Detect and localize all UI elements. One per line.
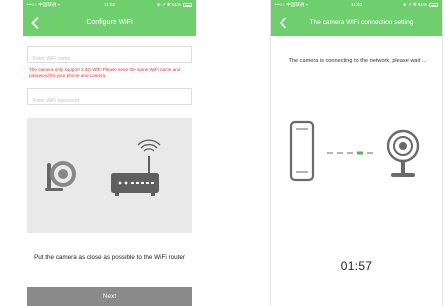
connection-screen: •••○○ 中国联通 ≈ 11:03 ⊕ ↗ ✱ 61% The camera … (270, 0, 443, 306)
wifi-password-input[interactable] (28, 93, 191, 109)
header-bar: •••○○ 中国联通 ≈ 11:03 ⊕ ↗ ✱ 61% The camera … (271, 0, 442, 36)
camera-router-illustration (27, 118, 192, 233)
countdown-timer: 01:57 (340, 259, 373, 273)
title-bar: Configure WiFi (23, 12, 196, 34)
status-icons-text: ⊕ ↗ ✱ 61% (156, 2, 181, 7)
status-bar: •••○○ 中国联通 ≈ 11:03 ⊕ ↗ ✱ 61% (271, 0, 442, 11)
status-icons-text: ⊕ ↗ ✱ 61% (402, 2, 427, 7)
next-button[interactable]: Next (27, 287, 192, 306)
chevron-left-icon (280, 17, 286, 29)
camera-icon (386, 129, 420, 177)
header-bar: •••○○ 中国联通 ≈ 11:02 ⊕ ↗ ✱ 61% Configure W… (23, 0, 196, 36)
connection-dots (327, 151, 373, 155)
status-bar: •••○○ 中国联通 ≈ 11:02 ⊕ ↗ ✱ 61% (23, 0, 196, 11)
page-title: The camera WiFi connection setting (309, 19, 414, 26)
back-button[interactable] (274, 14, 292, 32)
wifi-password-field[interactable] (27, 88, 192, 109)
chevron-left-icon (31, 17, 39, 29)
title-bar: The camera WiFi connection setting (271, 12, 442, 34)
wifi-name-field[interactable] (27, 46, 192, 67)
status-icons: ⊕ ↗ ✱ 61% (403, 2, 438, 8)
status-icons: ⊕ ↗ ✱ 61% (157, 2, 192, 8)
battery-icon (429, 3, 438, 7)
phone-icon (289, 120, 315, 182)
placement-hint: Put the camera as close as possible to t… (34, 254, 185, 261)
wifi-warning-text: The camera only support 2.4G WiFi.Please… (29, 67, 181, 78)
battery-icon (183, 3, 192, 7)
wifi-name-input[interactable] (28, 51, 191, 67)
configure-wifi-screen: •••○○ 中国联通 ≈ 11:02 ⊕ ↗ ✱ 61% Configure W… (23, 0, 196, 306)
back-button[interactable] (26, 14, 44, 32)
page-title: Configure WiFi (86, 19, 133, 26)
connection-illustration (285, 116, 430, 188)
connecting-message: The camera is connecting to the network,… (288, 58, 427, 64)
router-icon (111, 139, 161, 196)
camera-icon (45, 161, 76, 191)
